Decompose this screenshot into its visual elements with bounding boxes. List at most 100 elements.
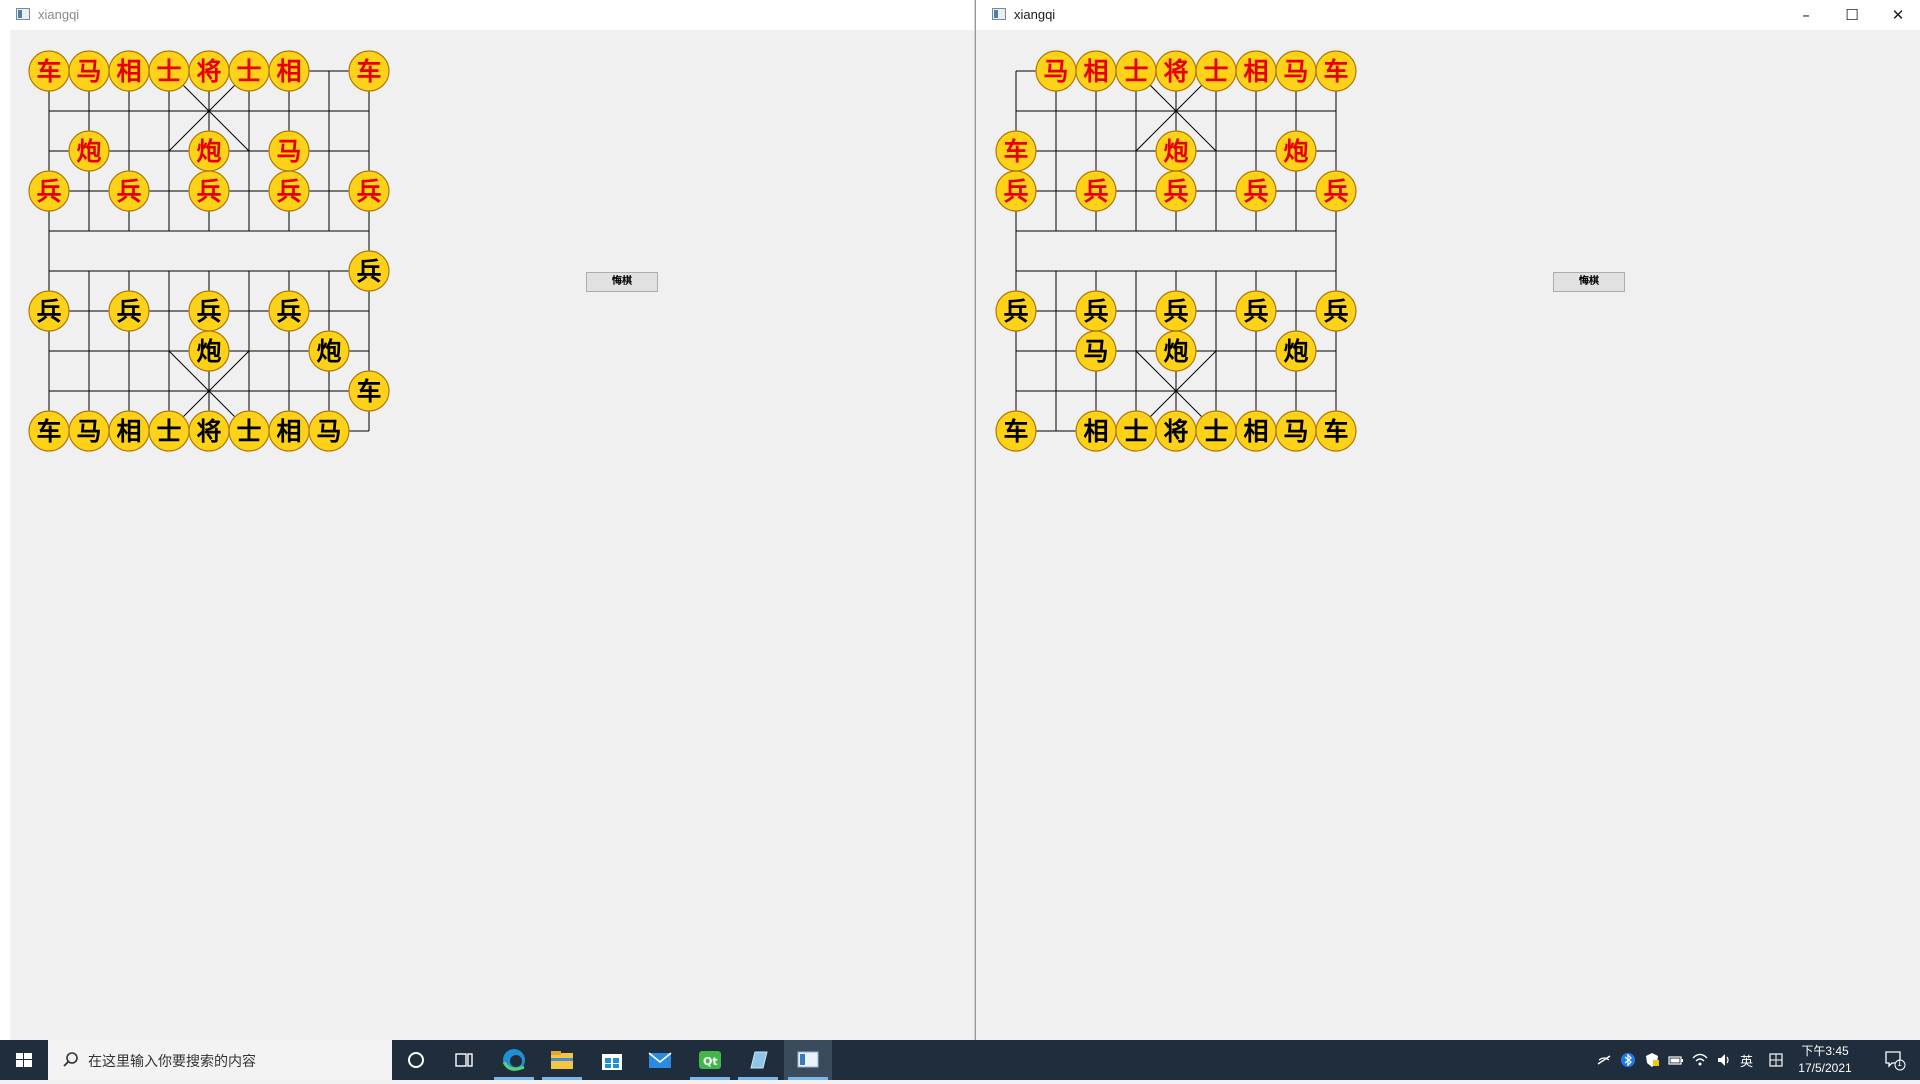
red-piece[interactable]: 相 — [1235, 50, 1277, 92]
black-piece[interactable]: 兵 — [188, 290, 230, 332]
red-piece[interactable]: 相 — [1075, 50, 1117, 92]
black-piece[interactable]: 车 — [348, 370, 390, 412]
black-piece[interactable]: 炮 — [1275, 330, 1317, 372]
red-piece[interactable]: 兵 — [268, 170, 310, 212]
red-piece[interactable]: 兵 — [1075, 170, 1117, 212]
black-piece[interactable]: 士 — [1195, 410, 1237, 452]
red-piece[interactable]: 士 — [148, 50, 190, 92]
black-piece[interactable]: 炮 — [188, 330, 230, 372]
input-method-indicator[interactable]: 英 — [1740, 1051, 1753, 1070]
red-piece[interactable]: 士 — [228, 50, 270, 92]
black-piece[interactable]: 兵 — [348, 250, 390, 292]
black-piece[interactable]: 相 — [268, 410, 310, 452]
xiangqi-app-icon[interactable] — [784, 1040, 832, 1080]
red-piece[interactable]: 炮 — [1275, 130, 1317, 172]
network-offline-icon[interactable] — [1596, 1052, 1612, 1068]
notification-icon — [1885, 1051, 1906, 1071]
black-piece[interactable]: 士 — [148, 410, 190, 452]
black-piece[interactable]: 兵 — [28, 290, 70, 332]
red-piece[interactable]: 兵 — [188, 170, 230, 212]
black-piece[interactable]: 兵 — [1315, 290, 1357, 332]
red-piece[interactable]: 马 — [1035, 50, 1077, 92]
taskbar-clock[interactable]: 下午3:45 17/5/2021 — [1790, 1043, 1860, 1077]
red-piece[interactable]: 兵 — [28, 170, 70, 212]
black-piece[interactable]: 马 — [68, 410, 110, 452]
black-piece[interactable]: 将 — [188, 410, 230, 452]
black-piece[interactable]: 马 — [308, 410, 350, 452]
red-piece[interactable]: 马 — [68, 50, 110, 92]
qt-creator-icon[interactable]: Qt — [686, 1040, 734, 1080]
file-explorer-icon[interactable] — [538, 1040, 586, 1080]
security-icon[interactable] — [1644, 1052, 1660, 1068]
edge-icon[interactable] — [490, 1040, 538, 1080]
red-piece[interactable]: 相 — [268, 50, 310, 92]
black-piece[interactable]: 炮 — [1155, 330, 1197, 372]
piece-label: 相 — [1243, 417, 1268, 446]
black-piece[interactable]: 兵 — [1155, 290, 1197, 332]
black-piece[interactable]: 兵 — [108, 290, 150, 332]
store-icon[interactable] — [588, 1040, 636, 1080]
black-piece[interactable]: 相 — [1235, 410, 1277, 452]
chess-board[interactable]: 马相士将士相马车车炮炮兵兵兵兵兵兵兵兵兵兵马炮炮车相士将士相马车 — [976, 0, 1920, 1040]
piece-label: 兵 — [356, 177, 381, 206]
black-piece[interactable]: 士 — [1115, 410, 1157, 452]
battery-icon[interactable] — [1668, 1052, 1684, 1068]
red-piece[interactable]: 兵 — [348, 170, 390, 212]
red-piece[interactable]: 马 — [1275, 50, 1317, 92]
red-piece[interactable]: 士 — [1115, 50, 1157, 92]
red-piece[interactable]: 炮 — [68, 130, 110, 172]
red-piece[interactable]: 将 — [1155, 50, 1197, 92]
black-piece[interactable]: 士 — [228, 410, 270, 452]
black-piece[interactable]: 车 — [28, 410, 70, 452]
piece-label: 兵 — [1003, 297, 1028, 326]
undo-button[interactable]: 悔棋 — [586, 272, 658, 292]
black-piece[interactable]: 马 — [1075, 330, 1117, 372]
black-piece[interactable]: 相 — [108, 410, 150, 452]
red-piece[interactable]: 兵 — [995, 170, 1037, 212]
bluetooth-icon[interactable] — [1620, 1052, 1636, 1068]
piece-label: 车 — [36, 417, 61, 446]
red-piece[interactable]: 车 — [1315, 50, 1357, 92]
black-piece[interactable]: 将 — [1155, 410, 1197, 452]
keyboard-layout-icon[interactable] — [1768, 1052, 1784, 1068]
notification-center-button[interactable]: 1 — [1884, 1049, 1906, 1071]
red-piece[interactable]: 兵 — [1315, 170, 1357, 212]
red-piece[interactable]: 车 — [995, 130, 1037, 172]
piece-label: 将 — [196, 417, 221, 446]
start-button[interactable] — [0, 1040, 48, 1080]
mail-icon[interactable] — [636, 1040, 684, 1080]
red-piece[interactable]: 车 — [348, 50, 390, 92]
taskbar-search-box[interactable]: 在这里输入你要搜索的内容 — [48, 1040, 392, 1080]
red-piece[interactable]: 马 — [268, 130, 310, 172]
black-piece[interactable]: 相 — [1075, 410, 1117, 452]
red-piece[interactable]: 相 — [108, 50, 150, 92]
black-piece[interactable]: 兵 — [1235, 290, 1277, 332]
undo-button[interactable]: 悔棋 — [1553, 272, 1625, 292]
red-piece[interactable]: 兵 — [108, 170, 150, 212]
black-piece[interactable]: 马 — [1275, 410, 1317, 452]
red-piece[interactable]: 兵 — [1155, 170, 1197, 212]
black-piece[interactable]: 兵 — [268, 290, 310, 332]
wifi-icon[interactable] — [1692, 1052, 1708, 1068]
piece-label: 兵 — [196, 177, 221, 206]
red-piece[interactable]: 兵 — [1235, 170, 1277, 212]
black-piece[interactable]: 车 — [1315, 410, 1357, 452]
piece-label: 车 — [356, 377, 381, 406]
volume-icon[interactable] — [1716, 1052, 1732, 1068]
red-piece[interactable]: 炮 — [188, 130, 230, 172]
black-piece[interactable]: 炮 — [308, 330, 350, 372]
chess-board[interactable]: 车马相士将士相车炮炮马兵兵兵兵兵兵兵兵兵兵炮 炮车车马相士将士相马 — [0, 0, 974, 1040]
red-piece[interactable]: 士 — [1195, 50, 1237, 92]
cortana-icon[interactable] — [392, 1040, 440, 1080]
notepad-icon[interactable] — [734, 1040, 782, 1080]
black-piece[interactable]: 车 — [995, 410, 1037, 452]
search-placeholder: 在这里输入你要搜索的内容 — [88, 1054, 256, 1070]
task-view-icon[interactable] — [440, 1040, 488, 1080]
black-piece[interactable]: 兵 — [1075, 290, 1117, 332]
red-piece[interactable]: 车 — [28, 50, 70, 92]
red-piece[interactable]: 炮 — [1155, 130, 1197, 172]
red-piece[interactable]: 将 — [188, 50, 230, 92]
piece-label: 车 — [36, 57, 61, 86]
black-piece[interactable]: 兵 — [995, 290, 1037, 332]
piece-label: 将 — [1163, 57, 1188, 86]
